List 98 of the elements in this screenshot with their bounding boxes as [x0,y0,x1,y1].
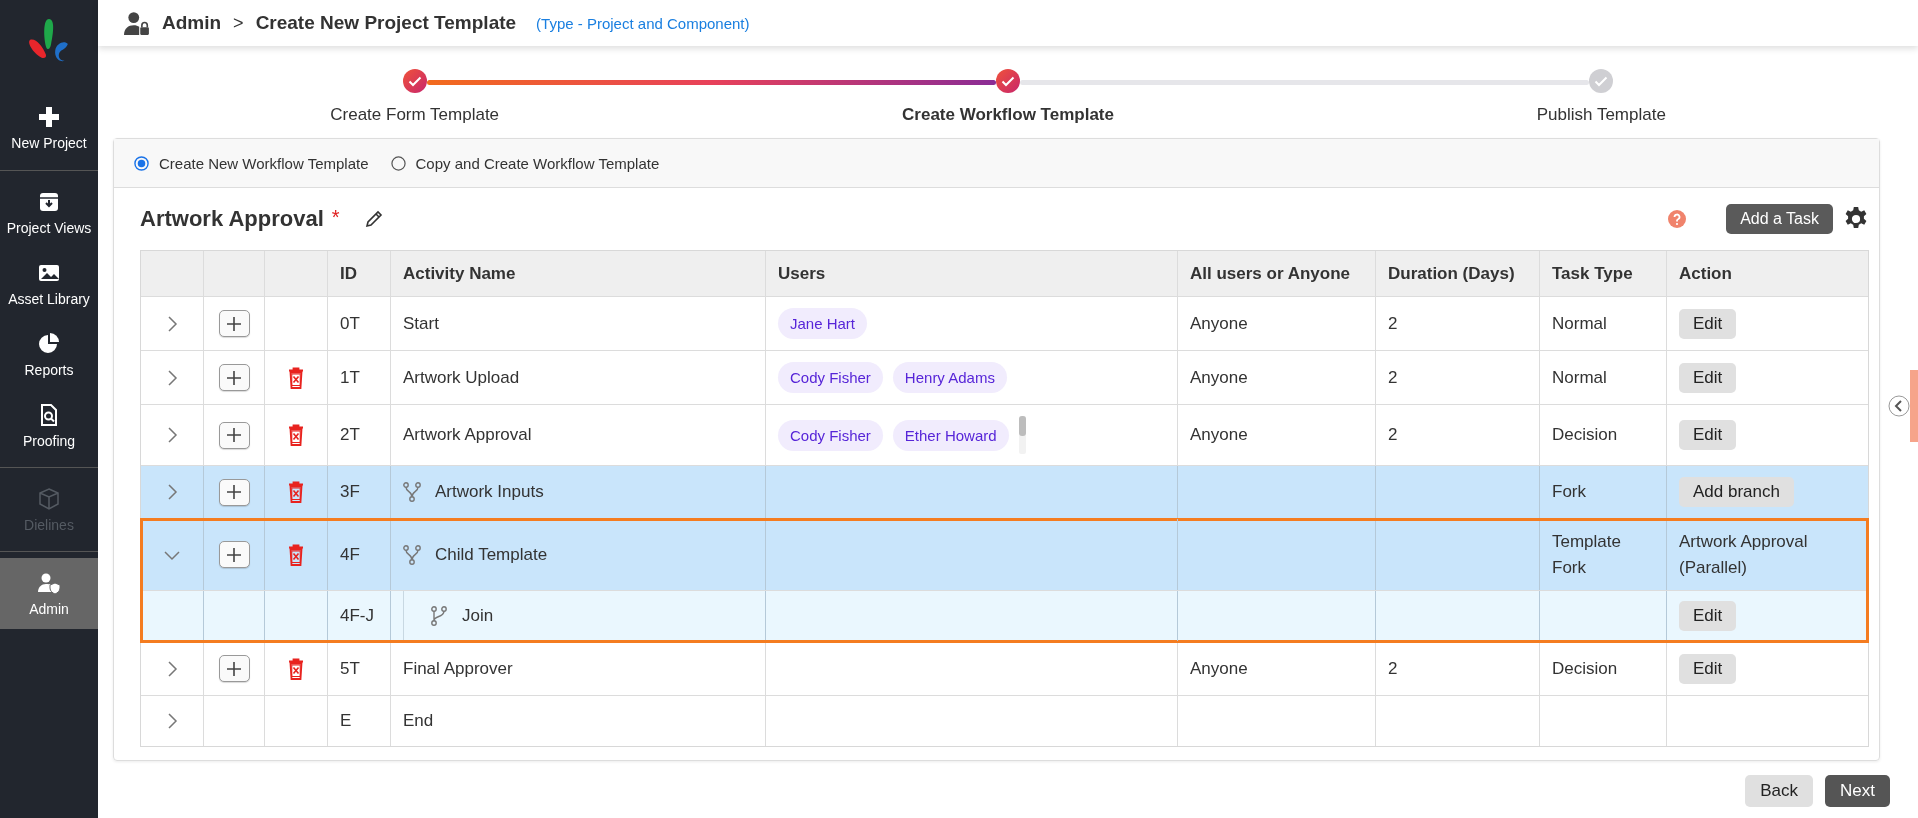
delete-icon[interactable] [288,543,304,566]
plus-icon [37,105,61,129]
radio-option[interactable]: Copy and Create Workflow Template [390,154,660,172]
step-label: Publish Template [1536,105,1666,125]
id-cell: 4F [340,544,360,565]
activity-name: Start [403,313,439,334]
user-chip: Cody Fisher [778,419,883,451]
sidebar-item[interactable]: New Project [0,92,98,164]
edit-pencil-icon[interactable] [363,209,384,229]
admin-user-icon [124,10,150,36]
delete-icon[interactable] [288,424,304,446]
merge-icon [430,606,448,626]
task-type-cell-text: Decision [1552,424,1618,447]
id-cell: 4F-J [340,606,374,626]
plus-icon [226,484,242,500]
radio-unselected-icon[interactable] [390,155,406,171]
activity-name: End [403,711,434,731]
id-cell: 2T [340,425,360,445]
user-chip: Cody Fisher [778,362,883,393]
assignment-cell: Anyone [1190,313,1248,334]
radio-option[interactable]: Create New Workflow Template [134,154,369,172]
activity-name: Artwork Inputs [435,482,544,502]
help-icon[interactable] [1668,210,1687,228]
action-button[interactable]: Edit [1679,362,1737,393]
duration-cell: 2 [1388,425,1398,445]
assignment-cell: Anyone [1190,367,1248,388]
id-cell: 5T [340,658,360,679]
sidebar-item[interactable]: Project Views [0,177,98,248]
plus-icon [226,315,242,332]
activity-name: Artwork Upload [403,367,520,388]
add-task-button[interactable]: Add a Task [1726,204,1833,234]
action-button[interactable]: Edit [1679,420,1737,450]
column-header: Action [1679,263,1732,284]
template-type-note: (Type - Project and Component) [536,14,750,32]
linked-template-text: Artwork Approval (Parallel) [1679,531,1809,579]
add-task-button[interactable] [218,478,250,506]
sidebar-item[interactable]: Reports [0,319,98,390]
column-header: Duration (Days) [1388,263,1515,284]
assignment-cell: Anyone [1190,425,1248,445]
plus-icon [226,427,242,443]
action-button[interactable]: Edit [1679,308,1737,339]
task-type-cell-text: Decision [1552,657,1618,680]
action-button[interactable]: Edit [1679,601,1737,631]
delete-icon[interactable] [288,481,304,503]
fork-icon [403,482,421,502]
collapse-handle-icon[interactable] [1888,395,1910,417]
column-header: ID [340,263,357,284]
step-label: Create Form Template [330,105,500,125]
id-cell: 1T [340,367,360,388]
activity-name: Join [462,606,494,626]
action-button[interactable]: Edit [1679,653,1737,684]
activity-name: Child Template [435,544,548,565]
breadcrumb-item[interactable]: Admin [162,12,222,34]
plus-icon [226,546,242,563]
step-label: Create Workflow Template [902,105,1114,125]
add-task-button[interactable] [218,364,250,391]
task-type-cell-text: Fork [1552,481,1586,504]
duration-cell: 2 [1388,658,1398,679]
column-header: Users [778,263,826,284]
task-type-cell-text: Template Fork [1552,531,1622,579]
activity-name: Artwork Approval [403,425,532,445]
delete-icon[interactable] [288,657,304,680]
add-task-button[interactable] [218,310,250,337]
fork-icon [403,544,421,565]
id-cell: 3F [340,482,360,502]
column-header: All users or Anyone [1190,263,1350,284]
assignment-cell: Anyone [1190,658,1248,679]
column-header: Task Type [1552,263,1633,284]
breadcrumb-separator: > [233,12,244,34]
plus-icon [226,369,242,386]
user-chip: Henry Adams [892,362,1007,393]
box-icon [37,486,61,511]
id-cell: 0T [340,313,360,334]
action-button[interactable]: Add branch [1679,477,1794,507]
add-task-button[interactable] [218,421,250,449]
plus-icon [226,660,242,677]
breadcrumb-item: Create New Project Template [255,12,517,34]
task-type-cell-text: Normal [1552,312,1607,335]
activity-name: Final Approver [403,658,513,679]
duration-cell: 2 [1388,367,1398,388]
add-task-button[interactable] [218,541,250,568]
sidebar-item[interactable]: Admin [0,558,98,629]
user-chip: Jane Hart [778,308,868,339]
workflow-title: Artwork Approval [140,206,324,232]
radio-selected-icon[interactable] [134,155,149,171]
add-task-button[interactable] [218,655,250,682]
id-cell: E [340,711,352,731]
duration-cell: 2 [1388,313,1398,334]
column-header: Activity Name [403,263,516,284]
back-button[interactable]: Back [1745,775,1814,807]
required-mark: * [331,206,340,229]
delete-icon[interactable] [288,366,304,389]
user-chip: Ether Howard [892,419,1009,451]
sidebar-item[interactable]: Asset Library [0,248,98,319]
task-type-cell-text: Normal [1552,366,1607,389]
pie-chart-icon [37,331,61,356]
sidebar-item[interactable]: Proofing [0,390,98,461]
next-button[interactable]: Next [1825,775,1890,807]
